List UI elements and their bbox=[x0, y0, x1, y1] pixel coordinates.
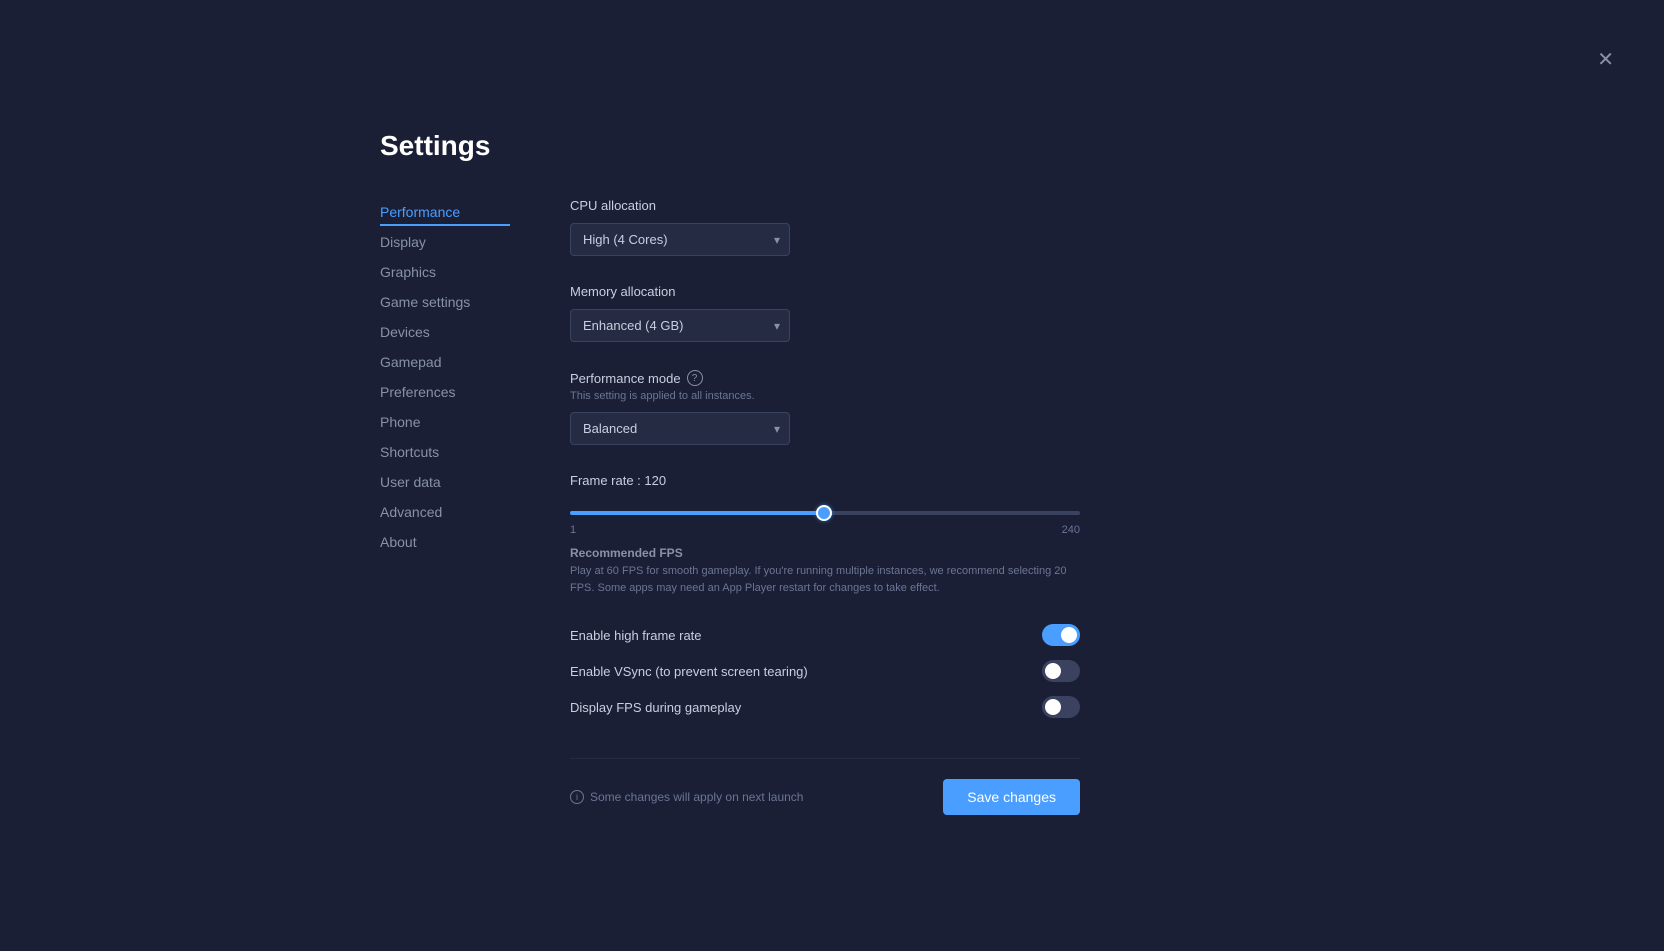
toggle-vsync[interactable] bbox=[1042, 660, 1080, 682]
save-changes-button[interactable]: Save changes bbox=[943, 779, 1080, 815]
slider-minmax: 1 240 bbox=[570, 524, 1080, 536]
sidebar-item-shortcuts[interactable]: Shortcuts bbox=[380, 438, 510, 466]
cpu-allocation-select[interactable]: Low (1 Core)Medium (2 Cores)High (4 Core… bbox=[570, 223, 790, 256]
toggle-row-high-frame-rate: Enable high frame rate bbox=[570, 624, 1080, 646]
performance-mode-sublabel: This setting is applied to all instances… bbox=[570, 390, 1080, 402]
cpu-allocation-label: CPU allocation bbox=[570, 198, 1080, 213]
toggle-high-frame-rate[interactable] bbox=[1042, 624, 1080, 646]
performance-mode-select[interactable]: Power savingBalancedHigh performance bbox=[570, 412, 790, 445]
recommended-fps-title: Recommended FPS bbox=[570, 546, 1080, 560]
settings-title: Settings bbox=[380, 130, 1080, 162]
close-button[interactable]: ✕ bbox=[1597, 50, 1614, 70]
recommended-fps: Recommended FPS Play at 60 FPS for smoot… bbox=[570, 546, 1080, 596]
toggle-display-fps[interactable] bbox=[1042, 696, 1080, 718]
main-content: CPU allocation Low (1 Core)Medium (2 Cor… bbox=[570, 198, 1080, 815]
cpu-allocation-section: CPU allocation Low (1 Core)Medium (2 Cor… bbox=[570, 198, 1080, 256]
settings-container: Settings PerformanceDisplayGraphicsGame … bbox=[380, 130, 1080, 815]
sidebar-item-graphics[interactable]: Graphics bbox=[380, 258, 510, 286]
sidebar-item-preferences[interactable]: Preferences bbox=[380, 378, 510, 406]
sidebar-nav: PerformanceDisplayGraphicsGame settingsD… bbox=[380, 198, 510, 815]
performance-mode-help-icon[interactable]: ? bbox=[687, 370, 703, 386]
slider-min-label: 1 bbox=[570, 524, 576, 536]
toggle-rows: Enable high frame rate Enable VSync (to p… bbox=[570, 624, 1080, 718]
sidebar-item-display[interactable]: Display bbox=[380, 228, 510, 256]
sidebar-item-phone[interactable]: Phone bbox=[380, 408, 510, 436]
performance-mode-label-wrapper: Performance mode ? bbox=[570, 370, 1080, 386]
toggle-thumb-vsync bbox=[1045, 663, 1061, 679]
performance-mode-section: Performance mode ? This setting is appli… bbox=[570, 370, 1080, 445]
frame-rate-slider[interactable] bbox=[570, 511, 1080, 515]
sidebar-item-advanced[interactable]: Advanced bbox=[380, 498, 510, 526]
sidebar-item-user-data[interactable]: User data bbox=[380, 468, 510, 496]
footer-note: i Some changes will apply on next launch bbox=[570, 790, 803, 804]
memory-allocation-section: Memory allocation Low (1 GB)Medium (2 GB… bbox=[570, 284, 1080, 342]
toggle-thumb-display-fps bbox=[1045, 699, 1061, 715]
toggle-label-display-fps: Display FPS during gameplay bbox=[570, 700, 741, 715]
footer: i Some changes will apply on next launch… bbox=[570, 758, 1080, 815]
memory-allocation-label: Memory allocation bbox=[570, 284, 1080, 299]
toggle-label-vsync: Enable VSync (to prevent screen tearing) bbox=[570, 664, 808, 679]
settings-layout: PerformanceDisplayGraphicsGame settingsD… bbox=[380, 198, 1080, 815]
frame-rate-label: Frame rate : 120 bbox=[570, 473, 1080, 488]
toggle-label-high-frame-rate: Enable high frame rate bbox=[570, 628, 702, 643]
recommended-fps-text: Play at 60 FPS for smooth gameplay. If y… bbox=[570, 563, 1080, 596]
performance-mode-wrapper: Power savingBalancedHigh performance ▾ bbox=[570, 412, 790, 445]
memory-allocation-select[interactable]: Low (1 GB)Medium (2 GB)Enhanced (4 GB)Hi… bbox=[570, 309, 790, 342]
sidebar-item-gamepad[interactable]: Gamepad bbox=[380, 348, 510, 376]
sidebar-item-devices[interactable]: Devices bbox=[380, 318, 510, 346]
footer-info-icon: i bbox=[570, 790, 584, 804]
sidebar-item-about[interactable]: About bbox=[380, 528, 510, 556]
frame-rate-section: Frame rate : 120 1 240 Recommended FPS P… bbox=[570, 473, 1080, 596]
performance-mode-label-text: Performance mode bbox=[570, 371, 681, 386]
sidebar-item-performance[interactable]: Performance bbox=[380, 198, 510, 226]
toggle-thumb-high-frame-rate bbox=[1061, 627, 1077, 643]
toggle-row-display-fps: Display FPS during gameplay bbox=[570, 696, 1080, 718]
footer-note-text: Some changes will apply on next launch bbox=[590, 790, 803, 804]
cpu-allocation-wrapper: Low (1 Core)Medium (2 Cores)High (4 Core… bbox=[570, 223, 790, 256]
sidebar-item-game-settings[interactable]: Game settings bbox=[380, 288, 510, 316]
toggle-row-vsync: Enable VSync (to prevent screen tearing) bbox=[570, 660, 1080, 682]
slider-max-label: 240 bbox=[1062, 524, 1080, 536]
memory-allocation-wrapper: Low (1 GB)Medium (2 GB)Enhanced (4 GB)Hi… bbox=[570, 309, 790, 342]
